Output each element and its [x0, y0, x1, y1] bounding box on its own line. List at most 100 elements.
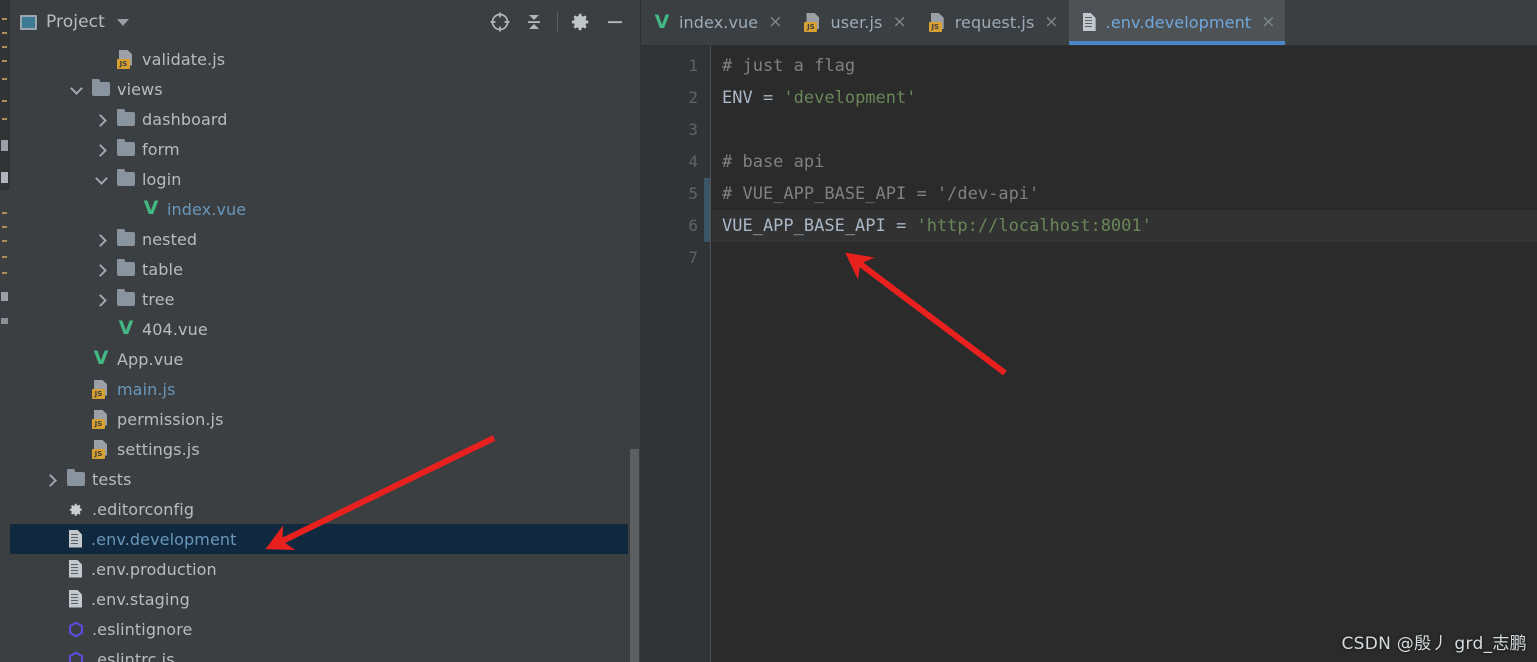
locate-icon[interactable] [483, 5, 517, 39]
chevron-right-icon[interactable] [95, 233, 108, 246]
js-file-icon: JS [928, 13, 947, 32]
tree-item-label: permission.js [117, 409, 224, 429]
tree-item-env-production[interactable]: .env.production [10, 554, 640, 584]
close-icon[interactable]: × [1044, 14, 1058, 31]
tree-item-label: nested [142, 229, 198, 249]
folder-icon [117, 289, 135, 306]
line-number: 4 [688, 152, 698, 171]
tree-item-label: login [142, 169, 182, 189]
editor-tab-env-development[interactable]: .env.development × [1068, 0, 1286, 45]
chevron-right-icon[interactable] [45, 473, 58, 486]
tree-item-eslintignore[interactable]: .eslintignore [10, 614, 640, 644]
tree-item-views[interactable]: views [10, 74, 640, 104]
editor-tab-bar[interactable]: Vindex.vue × JS user.js × JS request.js × .env.d… [641, 0, 1537, 46]
project-panel-header: Project [10, 0, 640, 44]
tree-item-env-staging[interactable]: .env.staging [10, 584, 640, 614]
twisty-placeholder [70, 443, 83, 456]
editor-tab-user-js[interactable]: JS user.js × [792, 0, 916, 45]
tree-item-permission-js[interactable]: JS permission.js [10, 404, 640, 434]
code-string-literal: 'development' [783, 88, 917, 108]
tree-item-validate-js[interactable]: JS validate.js [10, 44, 640, 74]
tree-item-label: dashboard [142, 109, 228, 129]
folder-icon [117, 109, 135, 126]
code-content[interactable]: # just a flag ENV = 'development' # base a… [712, 46, 1537, 662]
chevron-right-icon[interactable] [95, 263, 108, 276]
code-line[interactable]: # just a flag [712, 50, 1537, 82]
editor-tab-label: user.js [830, 13, 883, 32]
line-number: 6 [688, 216, 698, 235]
tree-scrollbar-track[interactable] [628, 44, 640, 662]
tree-item-login[interactable]: login [10, 164, 640, 194]
tree-item-label: main.js [117, 379, 176, 399]
code-line[interactable]: # base api [712, 146, 1537, 178]
twisty-placeholder [95, 53, 108, 66]
vue-file-icon: V [118, 317, 134, 339]
tree-item-tree[interactable]: tree [10, 284, 640, 314]
folder-icon [117, 259, 135, 276]
editor-tab-request-js[interactable]: JS request.js × [917, 0, 1069, 45]
vue-file-icon: V [654, 10, 670, 33]
code-line[interactable]: # VUE_APP_BASE_API = '/dev-api' [712, 178, 1537, 210]
line-number: 5 [688, 184, 698, 203]
toolbar-separator [557, 12, 558, 32]
editor-gutter[interactable]: 1 2 3 4 5 6 7 [641, 46, 711, 662]
vue-file-icon: V [93, 347, 109, 369]
tree-item-nested[interactable]: nested [10, 224, 640, 254]
gear-icon[interactable] [564, 5, 598, 39]
eslint-file-icon [67, 621, 85, 638]
collapse-all-icon[interactable] [517, 5, 551, 39]
chevron-down-icon[interactable] [116, 18, 129, 26]
minimize-icon[interactable] [598, 5, 632, 39]
code-text: # just a flag [722, 56, 856, 76]
chevron-down-icon[interactable] [95, 173, 108, 186]
env-file-icon [67, 529, 84, 549]
code-line[interactable] [712, 114, 1537, 146]
twisty-placeholder [70, 383, 83, 396]
code-editor[interactable]: 1 2 3 4 5 6 7 # just a flag ENV = 'development'… [641, 46, 1537, 662]
code-text: VUE_APP_BASE_API = [722, 216, 917, 236]
twisty-placeholder [45, 653, 58, 662]
chevron-right-icon[interactable] [95, 293, 108, 306]
js-file-icon: JS [804, 13, 822, 32]
code-line[interactable]: ENV = 'development' [712, 82, 1537, 114]
tree-item-settings-js[interactable]: JS settings.js [10, 434, 640, 464]
code-line[interactable]: VUE_APP_BASE_API = 'http://localhost:800… [712, 210, 1537, 242]
project-file-tree[interactable]: JS validate.js views dashboard form login Vind… [10, 44, 640, 662]
tree-item-env-development[interactable]: .env.development [10, 524, 640, 554]
twisty-placeholder [45, 623, 58, 636]
tree-item-table[interactable]: table [10, 254, 640, 284]
chevron-right-icon[interactable] [95, 143, 108, 156]
tree-item-index-vue[interactable]: Vindex.vue [10, 194, 640, 224]
folder-icon [117, 169, 135, 186]
close-icon[interactable]: × [768, 14, 782, 31]
editor-tab-index-vue[interactable]: Vindex.vue × [641, 0, 792, 45]
vcs-change-marker[interactable] [704, 178, 710, 242]
tree-item-label: index.vue [167, 199, 247, 219]
intellij-idea-window: Project JS validate.js views dashboard f… [0, 0, 1537, 662]
chevron-right-icon[interactable] [95, 113, 108, 126]
code-string-literal: 'http://localhost:8001' [916, 216, 1152, 236]
tree-item-form[interactable]: form [10, 134, 640, 164]
tree-item-label: tree [142, 289, 175, 309]
line-number: 3 [688, 120, 698, 139]
close-icon[interactable]: × [892, 14, 906, 31]
tree-item-app-vue[interactable]: V App.vue [10, 344, 640, 374]
twisty-placeholder [120, 203, 133, 216]
tree-item-eslintrc-js[interactable]: .eslintrc.js [10, 644, 640, 662]
tree-item-label: .env.production [91, 559, 217, 579]
tree-scrollbar-thumb[interactable] [630, 449, 639, 662]
tree-item-dashboard[interactable]: dashboard [10, 104, 640, 134]
tree-item-label: .env.development [91, 529, 237, 549]
tree-item-editorconfig[interactable]: .editorconfig [10, 494, 640, 524]
chevron-down-icon[interactable] [70, 83, 83, 96]
code-text: ENV = [722, 88, 784, 108]
code-line[interactable] [712, 242, 1537, 274]
folder-icon [117, 229, 135, 246]
tree-item-main-js[interactable]: JS main.js [10, 374, 640, 404]
tree-item-label: tests [92, 469, 132, 489]
close-icon[interactable]: × [1261, 14, 1275, 31]
js-file-icon: JS [92, 409, 110, 429]
tree-item-404-vue[interactable]: V 404.vue [10, 314, 640, 344]
tree-item-tests[interactable]: tests [10, 464, 640, 494]
tree-item-label: form [142, 139, 180, 159]
